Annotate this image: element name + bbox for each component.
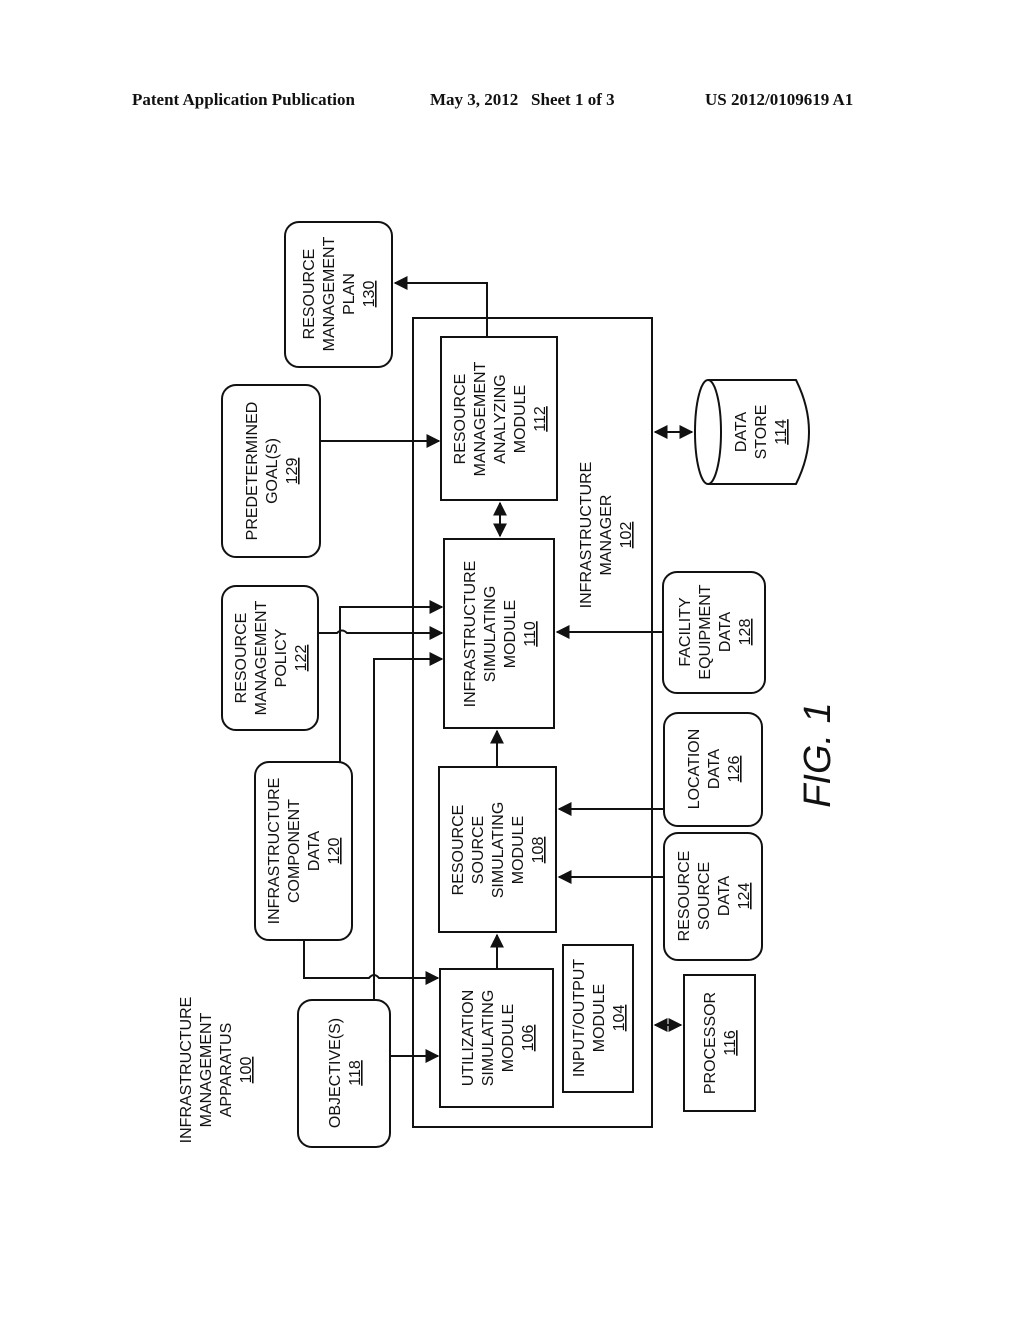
figure-caption: FIG. 1 bbox=[797, 702, 839, 808]
label-line: INFRASTRUCTURE bbox=[178, 997, 195, 1144]
label-line: SIMULATING bbox=[480, 990, 497, 1087]
reference-number: 108 bbox=[530, 837, 547, 864]
reference-number: 110 bbox=[522, 621, 539, 647]
label-line: MANAGEMENT bbox=[472, 361, 489, 476]
location-data-label: LOCATION DATA 126 bbox=[686, 729, 743, 810]
policy-label: RESOURCE MANAGEMENT POLICY 122 bbox=[233, 600, 310, 715]
label-line: GOAL(S) bbox=[264, 438, 281, 504]
label-line: RESOURCE bbox=[676, 851, 693, 942]
reference-number: 104 bbox=[611, 1005, 628, 1032]
label-line: MANAGER bbox=[598, 495, 615, 576]
resource-source-data-label: RESOURCE SOURCE DATA 124 bbox=[676, 851, 753, 942]
reference-number: 124 bbox=[736, 883, 753, 910]
facility-data-label: FACILITY EQUIPMENT DATA 128 bbox=[677, 584, 754, 679]
label-line: DATA bbox=[306, 831, 323, 872]
reference-number: 114 bbox=[773, 419, 790, 445]
label-line: DATA bbox=[733, 412, 750, 453]
reference-number: 129 bbox=[284, 458, 301, 485]
reference-number: 102 bbox=[618, 522, 635, 549]
label-line: MODULE bbox=[512, 385, 529, 453]
label-line: POLICY bbox=[273, 628, 290, 687]
label-line: OBJECTIVE(S) bbox=[327, 1018, 344, 1128]
label-line: RESOURCE bbox=[450, 805, 467, 896]
analyzing-module-label: RESOURCE MANAGEMENT ANALYZING MODULE 112 bbox=[452, 361, 549, 476]
label-line: MODULE bbox=[500, 1004, 517, 1072]
manager-label: INFRASTRUCTURE MANAGER 102 bbox=[578, 462, 635, 609]
label-line: MODULE bbox=[510, 816, 527, 884]
reference-number: 128 bbox=[737, 619, 754, 646]
reference-number: 116 bbox=[722, 1030, 739, 1056]
label-line: PROCESSOR bbox=[702, 992, 719, 1094]
reference-number: 130 bbox=[361, 281, 378, 308]
reference-number: 126 bbox=[726, 756, 743, 783]
label-line: MANAGEMENT bbox=[253, 600, 270, 715]
label-line: SOURCE bbox=[696, 862, 713, 930]
label-line: MODULE bbox=[591, 984, 608, 1052]
processor-box bbox=[683, 974, 756, 1112]
label-line: DATA bbox=[716, 876, 733, 917]
reference-number: 100 bbox=[238, 1057, 255, 1084]
label-line: RESOURCE bbox=[233, 613, 250, 704]
label-line: UTILIZATION bbox=[460, 990, 477, 1087]
label-line: FACILITY bbox=[677, 597, 694, 667]
label-line: COMPONENT bbox=[286, 799, 303, 903]
label-line: DATA bbox=[717, 612, 734, 653]
data-store-cylinder bbox=[694, 379, 810, 485]
resource-source-module-label: RESOURCE SOURCE SIMULATING MODULE 108 bbox=[450, 802, 547, 899]
label-line: SIMULATING bbox=[482, 586, 499, 683]
label-line: INFRASTRUCTURE bbox=[266, 778, 283, 925]
label-line: STORE bbox=[753, 405, 770, 460]
reference-number: 112 bbox=[532, 406, 549, 432]
label-line: PLAN bbox=[341, 273, 358, 315]
objectives-label: OBJECTIVE(S) 118 bbox=[327, 1018, 364, 1128]
reference-number: 122 bbox=[293, 645, 310, 672]
label-line: MANAGEMENT bbox=[321, 236, 338, 351]
label-line: MODULE bbox=[502, 600, 519, 668]
label-line: SIMULATING bbox=[490, 802, 507, 899]
reference-number: 106 bbox=[520, 1025, 537, 1052]
processor-label: PROCESSOR 116 bbox=[702, 992, 739, 1094]
io-module-label: INPUT/OUTPUT MODULE 104 bbox=[571, 959, 628, 1077]
label-line: APPARATUS bbox=[218, 1023, 235, 1118]
label-line: INFRASTRUCTURE bbox=[578, 462, 595, 609]
label-line: INPUT/OUTPUT bbox=[571, 959, 588, 1077]
utilization-module-label: UTILIZATION SIMULATING MODULE 106 bbox=[460, 990, 537, 1087]
objectives-box bbox=[297, 999, 391, 1148]
label-line: SOURCE bbox=[470, 816, 487, 884]
label-line: EQUIPMENT bbox=[697, 584, 714, 679]
block-diagram: INFRASTRUCTURE MANAGEMENT APPARATUS 100INFR… bbox=[178, 221, 839, 1148]
reference-number: 120 bbox=[326, 838, 343, 865]
label-line: ANALYZING bbox=[492, 374, 509, 464]
label-line: RESOURCE bbox=[452, 374, 469, 465]
component-data-label: INFRASTRUCTURE COMPONENT DATA 120 bbox=[266, 778, 343, 925]
apparatus-label: INFRASTRUCTURE MANAGEMENT APPARATUS 100 bbox=[178, 997, 255, 1144]
label-line: MANAGEMENT bbox=[198, 1012, 215, 1127]
label-line: PREDETERMINED bbox=[244, 402, 261, 541]
data-store-label: DATA STORE 114 bbox=[733, 405, 790, 460]
label-line: LOCATION bbox=[686, 729, 703, 810]
reference-number: 118 bbox=[347, 1060, 364, 1086]
label-line: RESOURCE bbox=[301, 249, 318, 340]
goals-label: PREDETERMINED GOAL(S) 129 bbox=[244, 402, 301, 541]
infrastructure-module-label: INFRASTRUCTURE SIMULATING MODULE 110 bbox=[462, 561, 539, 708]
label-line: INFRASTRUCTURE bbox=[462, 561, 479, 708]
plan-label: RESOURCE MANAGEMENT PLAN 130 bbox=[301, 236, 378, 351]
label-line: DATA bbox=[706, 749, 723, 790]
